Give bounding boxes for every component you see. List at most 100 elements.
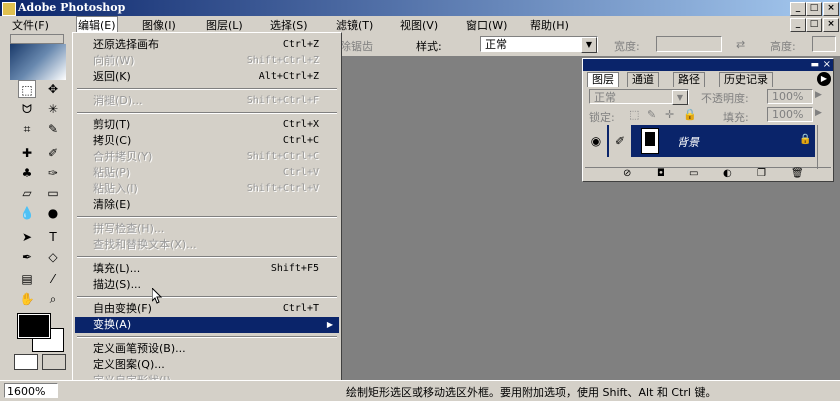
menu-item[interactable]: 描边(S)...	[75, 277, 339, 293]
lasso-tool-icon[interactable]: ᗢ	[18, 100, 36, 118]
panel-minimize-icon[interactable]: ▬	[810, 59, 819, 71]
menu-item[interactable]: 清除(E)	[75, 197, 339, 213]
lock-all-icon[interactable]: 🔒	[683, 108, 697, 121]
menu-item-label: 拼写检查(H)...	[93, 222, 165, 235]
trash-icon[interactable]: 🗑	[791, 168, 804, 179]
lock-position-icon[interactable]: ✛	[665, 108, 674, 121]
tab-channels[interactable]: 通道	[627, 72, 659, 87]
lock-label: 锁定:	[589, 111, 615, 124]
quick-mask-mode-icon[interactable]	[42, 354, 66, 370]
foreground-color-swatch[interactable]	[17, 313, 51, 339]
menu-item[interactable]: 返回(K) Alt+Ctrl+Z	[75, 69, 339, 85]
eraser-tool-icon[interactable]: ▱	[18, 184, 36, 202]
doc-minimize-button[interactable]: _	[790, 18, 806, 32]
menu-item[interactable]: 定义画笔预设(B)...	[75, 341, 339, 357]
zoom-tool-icon[interactable]: ⌕	[44, 290, 62, 308]
dodge-tool-icon[interactable]: ●	[44, 204, 62, 222]
notes-tool-icon[interactable]: ▤	[18, 270, 36, 288]
tab-history[interactable]: 历史记录	[719, 72, 773, 87]
lock-image-icon[interactable]: ✎	[647, 108, 656, 121]
minimize-button[interactable]: _	[790, 2, 806, 16]
menu-item-label: 定义画笔预设(B)...	[93, 342, 186, 355]
layer-style-icon[interactable]: ⊘	[623, 168, 631, 179]
layers-scrollbar[interactable]	[817, 125, 832, 169]
menu-item-shortcut: Shift+Ctrl+V	[246, 183, 319, 194]
photoshop-app-icon	[2, 2, 16, 16]
blend-mode-value: 正常	[594, 91, 616, 104]
layer-mask-icon[interactable]: ◘	[657, 168, 665, 179]
gradient-tool-icon[interactable]: ▭	[44, 184, 62, 202]
opacity-slider-icon[interactable]: ▶	[815, 90, 822, 100]
menu-select[interactable]: 选择(S)	[270, 17, 308, 33]
lock-transparency-icon[interactable]: ⬚	[629, 108, 639, 121]
eyedropper-tool-icon[interactable]: ⁄	[44, 270, 62, 288]
layer-set-icon[interactable]: ▭	[689, 168, 698, 179]
menu-file[interactable]: 文件(F)	[12, 17, 49, 33]
hand-tool-icon[interactable]: ✋	[18, 290, 36, 308]
menu-item-label: 变换(A)	[93, 318, 132, 331]
fill-slider-icon[interactable]: ▶	[815, 108, 822, 118]
brush-link-icon[interactable]: ✐	[609, 125, 631, 157]
move-tool-icon[interactable]: ✥	[44, 80, 62, 98]
menu-filter[interactable]: 滤镜(T)	[336, 17, 373, 33]
menu-item-label: 描边(S)...	[93, 278, 142, 291]
menu-item-label: 填充(L)...	[93, 262, 141, 275]
opacity-input[interactable]: 100%	[767, 89, 813, 104]
slice-tool-icon[interactable]: ✎	[44, 120, 62, 138]
type-tool-icon[interactable]: T	[44, 228, 62, 246]
shape-tool-icon[interactable]: ◇	[44, 248, 62, 266]
adjustment-layer-icon[interactable]: ◐	[723, 168, 732, 179]
width-label: 宽度:	[614, 40, 640, 53]
history-brush-tool-icon[interactable]: ✑	[44, 164, 62, 182]
crop-tool-icon[interactable]: ⌗	[18, 120, 36, 138]
doc-close-button[interactable]: ×	[823, 18, 839, 32]
toolbox: ⬚ ✥ ᗢ ✳ ⌗ ✎ ✚ ✐ ♣ ✑ ▱ ▭ 💧 ● ➤ T ✒ ◇ ▤ ⁄ …	[0, 32, 73, 380]
menu-help[interactable]: 帮助(H)	[530, 17, 569, 33]
brush-tool-icon[interactable]: ✐	[44, 144, 62, 162]
stamp-tool-icon[interactable]: ♣	[18, 164, 36, 182]
menu-layer[interactable]: 图层(L)	[206, 17, 243, 33]
close-button[interactable]: ×	[823, 2, 839, 16]
menu-item[interactable]: 变换(A) ▶	[75, 317, 339, 333]
fill-input[interactable]: 100%	[767, 107, 813, 122]
adobe-logo-icon[interactable]	[10, 44, 66, 80]
doc-maximize-button[interactable]: □	[806, 18, 822, 32]
chevron-down-icon: ▼	[672, 90, 688, 105]
zoom-field[interactable]: 1600%	[4, 383, 58, 398]
healing-brush-tool-icon[interactable]: ✚	[18, 144, 36, 162]
menu-item[interactable]: 填充(L)... Shift+F5	[75, 261, 339, 277]
menu-item-shortcut: Shift+Ctrl+F	[246, 95, 319, 106]
menu-image[interactable]: 图像(I)	[142, 17, 176, 33]
marquee-tool-icon[interactable]: ⬚	[18, 80, 36, 98]
standard-mode-icon[interactable]	[14, 354, 38, 370]
panel-close-icon[interactable]: ×	[823, 59, 831, 71]
menu-item-label: 清除(E)	[93, 198, 131, 211]
eye-icon[interactable]: ◉	[585, 125, 607, 157]
panel-menu-icon[interactable]: ▶	[817, 72, 831, 86]
layer-row-background[interactable]: ◉ ✐ 背景 🔒	[585, 125, 815, 157]
new-layer-icon[interactable]: ❐	[757, 168, 766, 179]
magic-wand-tool-icon[interactable]: ✳	[44, 100, 62, 118]
chevron-down-icon: ▼	[581, 37, 597, 53]
path-select-tool-icon[interactable]: ➤	[18, 228, 36, 246]
tab-layers[interactable]: 图层	[587, 72, 619, 87]
menu-item-label: 定义图案(Q)...	[93, 358, 165, 371]
menu-item[interactable]: 还原选择画布 Ctrl+Z	[75, 37, 339, 53]
height-input[interactable]	[812, 36, 836, 52]
width-input[interactable]	[656, 36, 722, 52]
menu-item[interactable]: 定义图案(Q)...	[75, 357, 339, 373]
style-select[interactable]: 正常 ▼	[480, 36, 598, 53]
swap-icon[interactable]: ⇄	[736, 38, 745, 51]
menu-window[interactable]: 窗口(W)	[466, 17, 507, 33]
menu-item[interactable]: 自由变换(F) Ctrl+T	[75, 301, 339, 317]
blend-mode-select[interactable]: 正常 ▼	[589, 89, 689, 105]
tab-paths[interactable]: 路径	[673, 72, 705, 87]
blur-tool-icon[interactable]: 💧	[18, 204, 36, 222]
menu-separator	[77, 112, 337, 114]
height-label: 高度:	[770, 40, 796, 53]
maximize-button[interactable]: □	[806, 2, 822, 16]
pen-tool-icon[interactable]: ✒	[18, 248, 36, 266]
menu-view[interactable]: 视图(V)	[400, 17, 438, 33]
menu-item[interactable]: 拷贝(C) Ctrl+C	[75, 133, 339, 149]
menu-item[interactable]: 剪切(T) Ctrl+X	[75, 117, 339, 133]
